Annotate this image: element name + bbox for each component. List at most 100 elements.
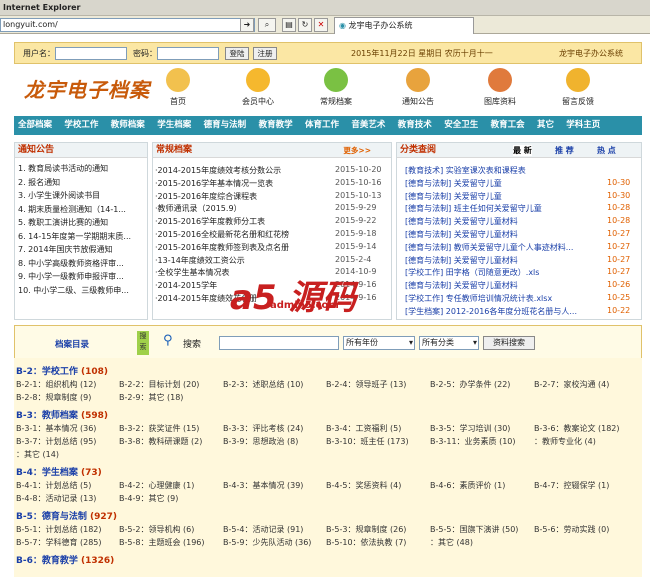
main-nav-item[interactable]: 德育与法制 [204,116,247,135]
category-item[interactable]: B-3-5：学习培训 (30) [430,423,510,434]
category-item[interactable]: B-3-1：基本情况 (36) [16,423,96,434]
regular-item[interactable]: ·2015-2016学年基本情况一览表 [155,178,330,189]
query-item[interactable]: [教育技术] 实验室课次表和课程表 [405,165,593,176]
regular-item[interactable]: ·2015-2016学年度教师分工表 [155,216,330,227]
main-nav-item[interactable]: 全部档案 [18,116,52,135]
category-item[interactable]: B-2-4：领导班子 (13) [326,379,406,390]
notice-item[interactable]: 9. 中小学一级教师申报评审... [18,271,146,282]
category-item[interactable]: B-5-1：计划总结 (182) [16,524,102,535]
nav-icon-item[interactable]: 图库资料 [470,68,530,107]
category-item[interactable]: B-4-6：素质评价 (1) [430,480,505,491]
query-item[interactable]: [学校工作] 专任教师培训情况统计表.xlsx [405,293,593,304]
category-item[interactable]: B-3-10：班主任 (173) [326,436,409,447]
notice-item[interactable]: 10. 中小学二级、三级教师申... [18,285,146,296]
category-item[interactable]: B-3-2：获奖证件 (15) [119,423,199,434]
refresh-icon[interactable]: ↻ [298,18,312,32]
main-nav-item[interactable]: 学生档案 [157,116,191,135]
main-nav-item[interactable]: 学校工作 [64,116,98,135]
username-input[interactable] [55,47,127,60]
category-item[interactable]: B-3-3：评比考核 (24) [223,423,303,434]
query-item[interactable]: [德育与法制] 关爱留守儿童材料 [405,229,593,240]
category-item[interactable]: B-5-9：少先队活动 (36) [223,537,311,548]
category-heading[interactable]: B-2：学校工作 (108) [16,364,108,377]
main-nav-item[interactable]: 体育工作 [305,116,339,135]
category-item[interactable]: B-4-7：控辍保学 (1) [534,480,609,491]
main-nav-item[interactable]: 教育工会 [491,116,525,135]
regular-item[interactable]: ·2014-2015年度绩效考核分数公示 [155,165,330,176]
category-item[interactable]: B-5-10：依法执教 (7) [326,537,406,548]
query-item[interactable]: [德育与法制] 关爱留守儿童材料 [405,255,593,266]
browser-tab[interactable]: ◉ 龙宇电子办公系统 [334,17,474,34]
search-icon[interactable]: ⌕ [258,18,276,32]
query-tab[interactable]: 最 新 [513,145,532,156]
category-item[interactable]: B-2-3：述职总结 (10) [223,379,303,390]
site-logo[interactable]: 龙宇电子档案 [24,74,150,103]
year-select[interactable]: 所有年份 ▾ [343,336,415,350]
query-item[interactable]: [德育与法制] 关爱留守儿童 [405,178,593,189]
category-heading[interactable]: B-4：学生档案 (73) [16,465,102,478]
main-nav-item[interactable]: 教师档案 [111,116,145,135]
category-item[interactable]: B-3-6：教案论文 (182) [534,423,620,434]
query-tab[interactable]: 热 点 [597,145,616,156]
query-item[interactable]: [德育与法制] 班主任如何关爱留守儿童 [405,203,593,214]
category-item[interactable]: B-4-5：奖惩资料 (4) [326,480,401,491]
query-item[interactable]: [德育与法制] 关爱留守儿童材料 [405,280,593,291]
category-item[interactable]: B-4-9：其它 (9) [119,493,178,504]
query-item[interactable]: [德育与法制] 教师关爱留守儿童个人事迹材料... [405,242,593,253]
compat-view-icon[interactable]: ▤ [282,18,296,32]
query-tab[interactable]: 推 荐 [555,145,574,156]
more-link[interactable]: 更多>> [343,143,371,158]
notice-item[interactable]: 8. 中小学高级教师资格评审... [18,258,146,269]
notice-item[interactable]: 3. 小学生课外阅读书目 [18,190,146,201]
notice-item[interactable]: 5. 教职工演讲比赛的通知 [18,217,146,228]
query-item[interactable]: [学生档案] 2012-2016各年度分班花名册与人... [405,306,593,317]
main-nav-item[interactable]: 音美艺术 [351,116,385,135]
category-item[interactable]: B-4-8：活动记录 (13) [16,493,96,504]
category-heading[interactable]: B-6：教育教学 (1326) [16,553,114,566]
category-item[interactable]: B-4-2：心理健康 (1) [119,480,194,491]
query-item[interactable]: [德育与法制] 关爱留守儿童 [405,191,593,202]
search-side-tab[interactable]: 搜索 [137,331,149,355]
main-nav-item[interactable]: 安全卫生 [444,116,478,135]
query-item[interactable]: [学校工作] 田字格（司随意更改）.xls [405,267,593,278]
category-item[interactable]: B-5-5：国旗下演讲 (50) [430,524,518,535]
category-select[interactable]: 所有分类 ▾ [419,336,479,350]
address-input[interactable]: longyuit.com/ [0,18,255,32]
nav-icon-item[interactable]: 通知公告 [388,68,448,107]
category-item[interactable]: B-5-2：领导机构 (6) [119,524,194,535]
regular-item[interactable]: ·教师通讯录（2015.9） [155,203,330,214]
main-nav-item[interactable]: 教育技术 [398,116,432,135]
category-item[interactable]: B-2-1：组织机构 (12) [16,379,96,390]
main-nav-item[interactable]: 教育教学 [259,116,293,135]
category-item[interactable]: B-5-4：活动记录 (91) [223,524,303,535]
nav-icon-item[interactable]: 常规档案 [306,68,366,107]
category-item[interactable]: B-5-8：主题班会 (196) [119,537,205,548]
category-item[interactable]: B-2-7：家校沟通 (4) [534,379,609,390]
category-heading[interactable]: B-3：教师档案 (598) [16,408,108,421]
category-item[interactable]: B-4-3：基本情况 (39) [223,480,303,491]
nav-icon-item[interactable]: 留言反馈 [548,68,608,107]
notice-item[interactable]: 6. 14-15年度第一学期期末质... [18,231,146,242]
register-button[interactable]: 注册 [253,47,277,60]
nav-icon-item[interactable]: 会员中心 [228,68,288,107]
stop-icon[interactable]: ✕ [314,18,328,32]
notice-item[interactable]: 7. 2014年国庆节放假通知 [18,244,146,255]
notice-item[interactable]: 4. 期末质量检测通知（14-1... [18,204,146,215]
category-item[interactable]: B-5-3：规章制度 (26) [326,524,406,535]
regular-item[interactable]: ·2015-2016全校最新花名册和红花榜 [155,229,330,240]
regular-item[interactable]: ·13-14年度绩效工资公示 [155,255,330,266]
category-item[interactable]: B-2-8：规章制度 (9) [16,392,91,403]
category-item[interactable]: B-5-7：学科德育 (285) [16,537,102,548]
query-item[interactable]: [德育与法制] 关爱留守儿童材料 [405,216,593,227]
regular-item[interactable]: ·2015-2016年度教师签到表及点名册 [155,242,330,253]
category-item[interactable]: ：其它 (14) [16,449,59,460]
category-item[interactable]: B-3-8：教科研课题 (2) [119,436,202,447]
category-heading[interactable]: B-5：德育与法制 (927) [16,509,117,522]
password-input[interactable] [157,47,219,60]
main-nav-item[interactable]: 学科主页 [566,116,600,135]
category-item[interactable]: B-2-9：其它 (18) [119,392,183,403]
category-item[interactable]: B-3-9：思想政治 (8) [223,436,298,447]
category-item[interactable]: B-4-1：计划总结 (5) [16,480,91,491]
category-item[interactable]: ：教师专业化 (4) [534,436,596,447]
login-button[interactable]: 登陆 [225,47,249,60]
